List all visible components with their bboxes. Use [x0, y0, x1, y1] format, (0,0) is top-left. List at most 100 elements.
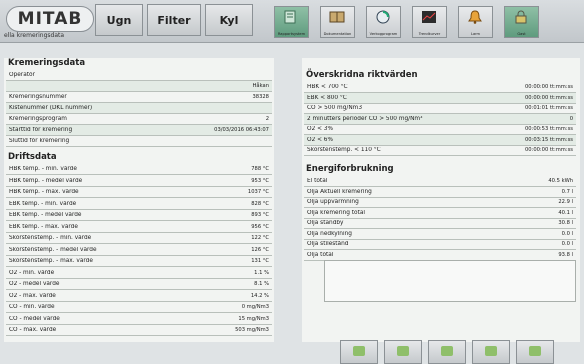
table-row: CO - min. värde 0 mg/Nm3 — [6, 302, 272, 313]
row-label: Olja standby — [307, 220, 344, 226]
energy-title: Energiforbrukning — [306, 164, 394, 174]
page-subtitle: ella kremeringsdata — [4, 32, 65, 39]
row-value: 40.1 l — [558, 209, 573, 216]
table-row: Skorstenstemp. < 110 °C 00:00:00 tt:mm:ss — [304, 145, 576, 156]
row-label: Olja kremering total — [307, 209, 366, 216]
row-label: EBK < 800 °C — [307, 94, 347, 101]
nav-button-3[interactable] — [428, 340, 466, 364]
trend-button[interactable]: Trendkurver — [412, 6, 447, 38]
row-label: CO - medel värde — [9, 315, 60, 322]
row-value: 8.1 % — [254, 281, 269, 287]
row-label: HBK temp. - medel värde — [9, 177, 83, 184]
nav-icon — [485, 346, 497, 356]
top-bar: MITAB ella kremeringsdata Ugn Filter Kyl… — [0, 0, 584, 43]
row-label: Kremeringsnummer — [9, 94, 67, 100]
table-row: O2 - medel värde 8.1 % — [6, 279, 272, 290]
row-label: Skorstenstemp. - min. värde — [9, 235, 92, 241]
nav-button-2[interactable] — [384, 340, 422, 364]
tab-filter[interactable]: Filter — [147, 4, 201, 36]
table-row: HBK temp. - min. värde 788 °C — [6, 164, 272, 175]
table-row: Operatör — [6, 70, 272, 81]
row-label: CO - min. värde — [9, 304, 55, 310]
row-value: 00:00:00 tt:mm:ss — [524, 94, 573, 101]
row-label: Skorstenstemp. - medel värde — [9, 246, 97, 253]
row-label: O2 - medel värde — [9, 281, 60, 287]
row-value: 956 °C — [251, 223, 269, 230]
row-value: 1.1 % — [254, 269, 269, 276]
tab-kyl[interactable]: Kyl — [205, 4, 253, 36]
documentation-label: Dokumentation — [323, 32, 352, 36]
row-label: EBK temp. - min. värde — [9, 200, 77, 207]
programs-button[interactable]: Verkogprogram — [366, 6, 401, 38]
row-label: O2 - max. värde — [9, 292, 56, 299]
row-value: 0 — [569, 115, 573, 122]
alarm-button[interactable]: Larm — [458, 6, 493, 38]
report-button[interactable]: Rapportsystem — [274, 6, 309, 38]
tab-ugn[interactable]: Ugn — [95, 4, 143, 36]
row-label: Operatör — [9, 72, 35, 78]
row-value: 00:01:01 tt:mm:ss — [524, 105, 573, 111]
operation-title: Driftsdata — [8, 152, 57, 162]
row-value: 503 mg/Nm3 — [235, 327, 269, 333]
row-label: O2 - min. värde — [9, 269, 55, 276]
table-row: O2 < 6% 00:03:15 tt:mm:ss — [304, 134, 576, 146]
row-label: Olja uppvärmning — [307, 199, 359, 205]
row-label: Sluttid för kremering — [9, 138, 70, 144]
table-row: Olja stilestånd 0.0 l — [304, 239, 576, 250]
trend-label: Trendkurver — [418, 32, 441, 36]
row-label: HBK temp. - max. värde — [9, 189, 79, 195]
row-value: 2 — [265, 116, 269, 122]
programs-icon — [376, 10, 390, 24]
row-value: 788 °C — [251, 166, 269, 172]
table-row: Starttid för kremering 03/03/2016 06:43:0… — [6, 125, 272, 136]
table-row: Olja Aktuell kremering 0.7 l — [304, 187, 576, 198]
nav-button-5[interactable] — [516, 340, 554, 364]
row-label: CO > 500 mg/Nm3 — [307, 105, 363, 111]
guest-button[interactable]: Gast — [504, 6, 539, 38]
table-row: Skorstenstemp. - max. värde 131 °C — [6, 256, 272, 267]
table-row: EBK temp. - medel värde 893 °C — [6, 210, 272, 221]
row-value: 93.8 l — [558, 251, 573, 258]
row-label: Olja total — [307, 251, 334, 258]
row-value: 0.7 l — [561, 188, 573, 195]
table-row: Skorstenstemp. - min. värde 122 °C — [6, 233, 272, 244]
row-label: O2 < 6% — [307, 136, 333, 143]
limits-title: Överskridna riktvärden — [306, 70, 418, 80]
table-row: HBK temp. - max. värde 1037 °C — [6, 187, 272, 198]
table-row: 2 minutters perioder CO > 500 mg/Nm³ 0 — [304, 113, 576, 125]
documentation-icon — [329, 11, 345, 23]
nav-button-1[interactable] — [340, 340, 378, 364]
table-row: Skorstenstemp. - medel värde 126 °C — [6, 245, 272, 256]
table-row: O2 - min. värde 1.1 % — [6, 268, 272, 279]
table-row: Sluttid för kremering — [6, 136, 272, 147]
notes-box[interactable] — [324, 260, 576, 302]
row-value: 0.0 l — [561, 230, 573, 237]
table-row: EBK temp. - max. värde 956 °C — [6, 222, 272, 233]
report-icon — [284, 10, 296, 24]
documentation-button[interactable]: Dokumentation — [320, 6, 355, 38]
row-value: 14.2 % — [250, 292, 269, 299]
left-panel: Kremeringsdata Operatör Håkan Kremeringsnu… — [4, 58, 274, 342]
row-value: 00:00:00 tt:mm:ss — [524, 147, 573, 153]
row-value: 126 °C — [251, 246, 269, 253]
table-row: Kremeringsnummer 38328 — [6, 92, 272, 103]
table-row: Olja kremering total 40.1 l — [304, 208, 576, 219]
row-label: Skorstenstemp. < 110 °C — [307, 147, 381, 153]
row-value: 03/03/2016 06:43:07 — [214, 127, 269, 133]
row-label: EBK temp. - medel värde — [9, 212, 82, 218]
row-label: Olja nedkylning — [307, 230, 352, 237]
row-value: 953 °C — [251, 177, 269, 184]
table-row: Olja uppvärmning 22.9 l — [304, 197, 576, 208]
table-row: Olja standby 30.8 l — [304, 218, 576, 229]
table-row: EBK temp. - min. värde 828 °C — [6, 199, 272, 210]
row-value: 828 °C — [251, 200, 269, 207]
cremation-title: Kremeringsdata — [8, 58, 86, 68]
row-label: Olja Aktuell kremering — [307, 188, 372, 195]
table-row: O2 < 3% 00:00:53 tt:mm:ss — [304, 124, 576, 135]
row-value: 15 mg/Nm3 — [238, 315, 269, 322]
row-value: 30.8 l — [558, 220, 573, 226]
table-row: O2 - max. värde 14.2 % — [6, 291, 272, 302]
nav-button-4[interactable] — [472, 340, 510, 364]
row-label: El total — [307, 178, 328, 184]
report-label: Rapportsystem — [277, 32, 306, 36]
